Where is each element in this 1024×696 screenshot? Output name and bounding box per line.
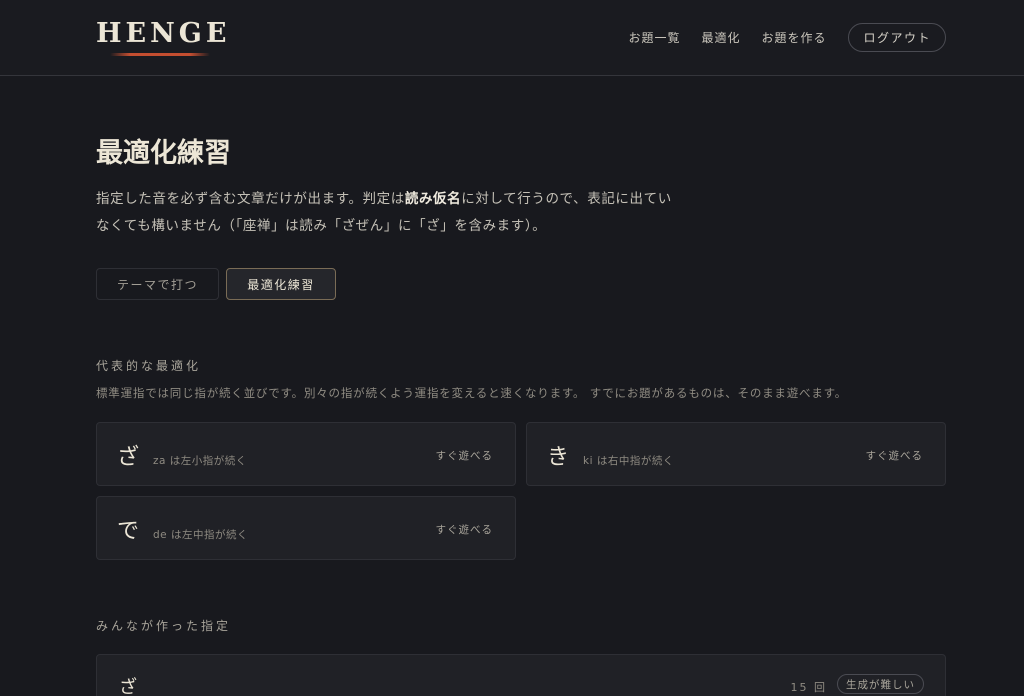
card-kana: ざ (117, 445, 140, 470)
card-kana: で (117, 519, 140, 544)
featured-card-za[interactable]: ざ za は左小指が続く すぐ遊べる (96, 422, 516, 486)
featured-heading: 代表的な最適化 (96, 359, 202, 373)
nav-optimize[interactable]: 最適化 (701, 29, 740, 46)
card-kana: き (547, 445, 570, 470)
tab-optimize[interactable]: 最適化練習 (226, 268, 336, 300)
desc-bold: 読み仮名 (404, 191, 462, 207)
community-heading: みんなが作った指定 (96, 619, 232, 633)
featured-card-ki[interactable]: き ki は右中指が続く すぐ遊べる (526, 422, 946, 486)
header: HENGE お題一覧 最適化 お題を作る ログアウト (0, 0, 1024, 76)
desc-part2: に対して行うので、表記に出てい (461, 191, 672, 207)
play-count: 15 回 (790, 681, 827, 694)
nav-create-topic[interactable]: お題を作る (761, 29, 826, 46)
desc-part1: 指定した音を必ず含む文章だけが出ます。判定は (96, 191, 405, 207)
desc-line2: なくても構いません（「座禅」は読み「ざぜん」に「ざ」を含みます）。 (96, 218, 547, 234)
community-item[interactable]: ざ 15 回 生成が難しい (96, 654, 946, 696)
nav-topic-list[interactable]: お題一覧 (628, 29, 680, 46)
item-kana: ざ (119, 677, 137, 696)
card-play-link[interactable]: すぐ遊べる (436, 448, 494, 463)
logo[interactable]: HENGE (96, 18, 230, 49)
logo-underline (110, 53, 210, 56)
card-play-link[interactable]: すぐ遊べる (436, 522, 494, 537)
card-desc: za は左小指が続く (153, 455, 247, 467)
page-description: 指定した音を必ず含む文章だけが出ます。判定は読み仮名に対して行うので、表記に出て… (96, 186, 696, 240)
card-desc: de は左中指が続く (153, 529, 248, 541)
logout-button[interactable]: ログアウト (848, 23, 946, 52)
featured-card-de[interactable]: で de は左中指が続く すぐ遊べる (96, 496, 516, 560)
difficulty-badge: 生成が難しい (837, 674, 924, 694)
page-title: 最適化練習 (96, 138, 231, 169)
card-play-link[interactable]: すぐ遊べる (866, 448, 924, 463)
tab-theme[interactable]: テーマで打つ (96, 268, 219, 300)
main-nav: お題一覧 最適化 お題を作る ログアウト (628, 23, 946, 52)
card-desc: ki は右中指が続く (583, 455, 674, 467)
featured-subtext: 標準運指では同じ指が続く並びです。別々の指が続くよう運指を変えると速くなります。… (96, 386, 848, 400)
